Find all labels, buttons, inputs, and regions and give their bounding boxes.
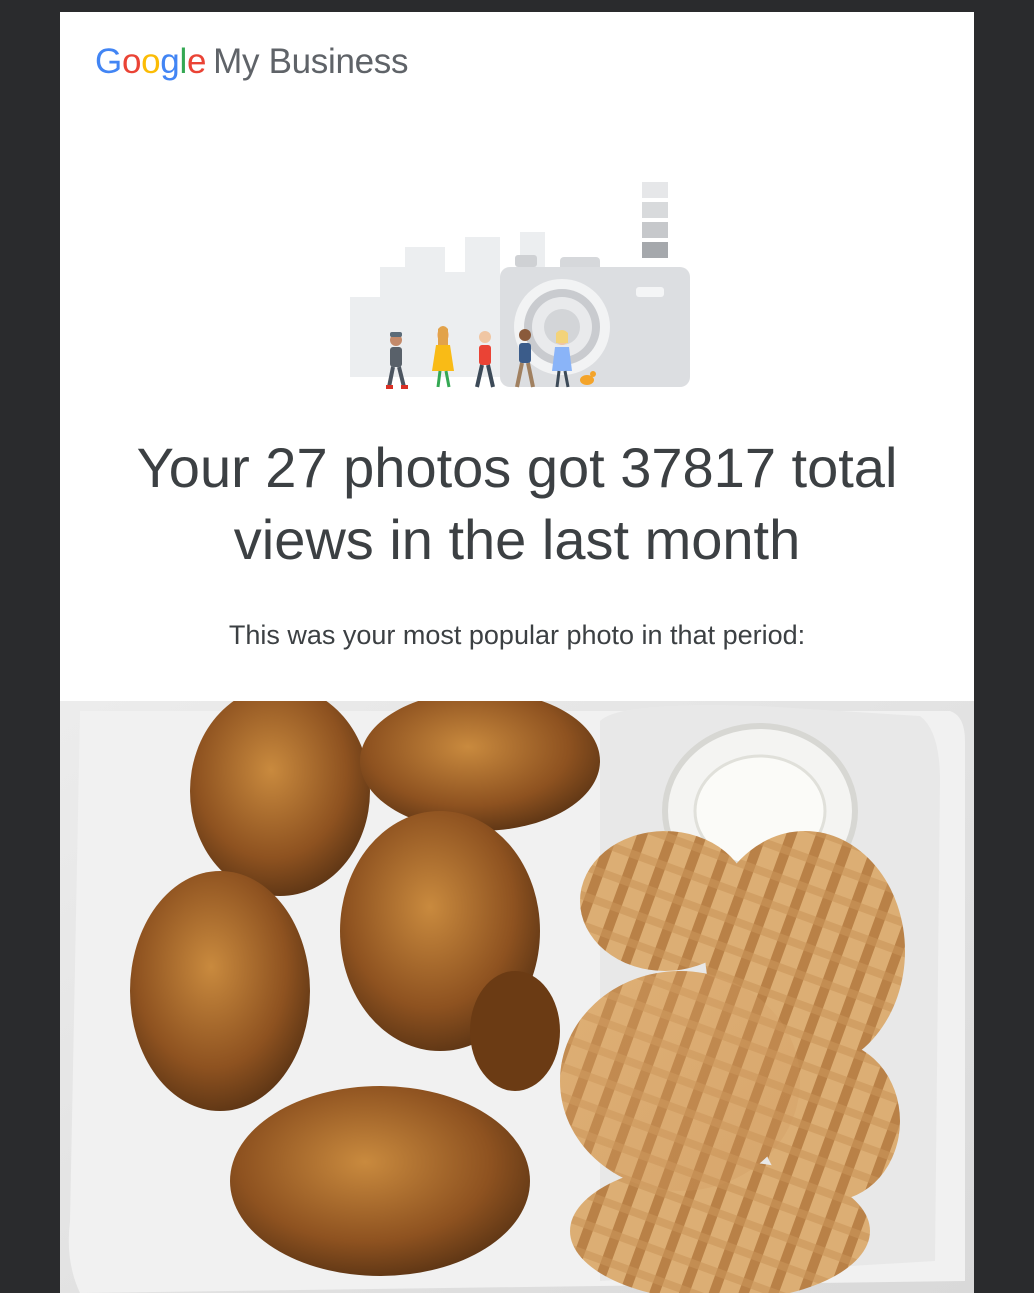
headline-line: Your 27 photos got 37817 total (136, 436, 898, 499)
logo-letter: l (179, 42, 187, 81)
photo-views-headline: Your 27 photos got 37817 total views in … (60, 432, 974, 576)
headline-line: views in the last month (233, 508, 801, 571)
logo-letter: o (121, 42, 142, 81)
logo-letter: g (160, 42, 180, 81)
camera-with-people-illustration (350, 182, 690, 389)
google-my-business-logo[interactable]: Google My Business (95, 40, 409, 84)
most-popular-photo[interactable] (60, 701, 974, 1293)
logo-letter: e (186, 42, 207, 81)
email-card: Google My Business Your 27 photos got 37… (60, 12, 974, 1293)
signal-bars-icon (642, 182, 668, 258)
logo-letter: G (95, 42, 122, 81)
popular-photo-caption: This was your most popular photo in that… (228, 620, 806, 650)
logo-letter: o (141, 42, 161, 81)
product-name: My Business (213, 42, 409, 81)
waffle-fries (560, 831, 905, 1293)
